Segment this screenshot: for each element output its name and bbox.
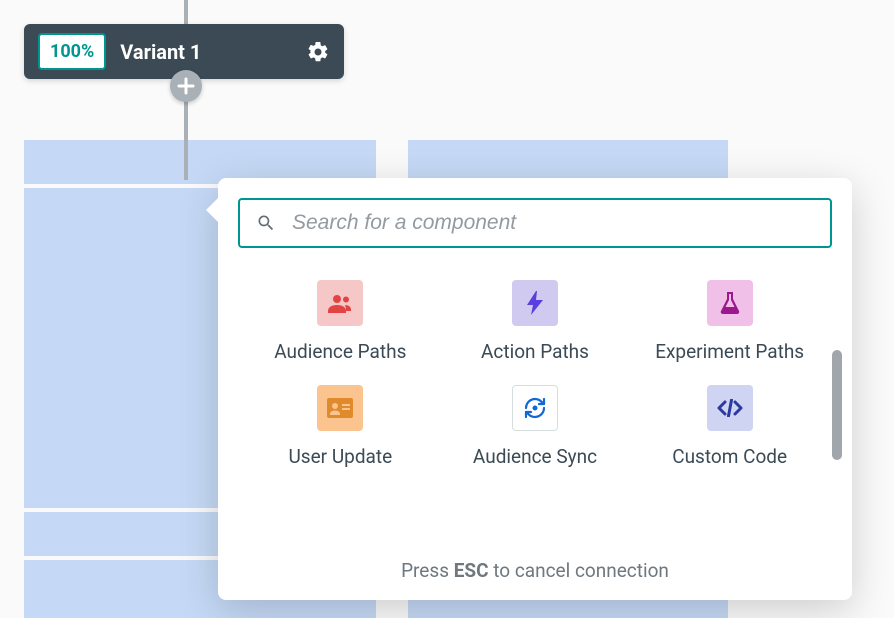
id-card-icon [327, 398, 353, 418]
component-user-update[interactable]: User Update [248, 385, 433, 468]
search-icon [256, 213, 276, 233]
hint-suffix: to cancel connection [489, 559, 669, 582]
component-action-paths[interactable]: Action Paths [443, 280, 628, 363]
users-icon [328, 293, 353, 313]
settings-button[interactable] [306, 40, 330, 64]
component-picker: Audience Paths Action Paths Experiment P… [218, 178, 852, 600]
plus-icon [177, 77, 195, 95]
hint-prefix: Press [401, 559, 454, 582]
component-label: Experiment Paths [655, 340, 804, 363]
code-icon [717, 399, 743, 417]
icon-tile [512, 280, 558, 326]
hint-key: ESC [454, 559, 489, 582]
bolt-icon [527, 291, 543, 315]
add-step-button[interactable] [170, 70, 202, 102]
icon-tile [512, 385, 558, 431]
footer-hint: Press ESC to cancel connection [238, 529, 832, 582]
search-field-wrap[interactable] [238, 198, 832, 248]
variant-label: Variant 1 [120, 40, 306, 64]
icon-tile [317, 280, 363, 326]
component-audience-paths[interactable]: Audience Paths [248, 280, 433, 363]
component-label: Audience Paths [274, 340, 406, 363]
flask-icon [720, 292, 740, 314]
component-label: User Update [288, 445, 392, 468]
component-label: Action Paths [481, 340, 589, 363]
scrollbar-thumb[interactable] [832, 350, 842, 460]
gear-icon [306, 40, 330, 64]
icon-tile [707, 280, 753, 326]
icon-tile [707, 385, 753, 431]
component-label: Custom Code [672, 445, 787, 468]
search-input[interactable] [292, 211, 814, 235]
component-audience-sync[interactable]: Audience Sync [443, 385, 628, 468]
percentage-badge: 100% [38, 33, 106, 70]
component-experiment-paths[interactable]: Experiment Paths [637, 280, 822, 363]
component-label: Audience Sync [473, 445, 597, 468]
sync-icon [523, 396, 547, 420]
icon-tile [317, 385, 363, 431]
component-grid: Audience Paths Action Paths Experiment P… [238, 280, 832, 468]
component-custom-code[interactable]: Custom Code [637, 385, 822, 468]
